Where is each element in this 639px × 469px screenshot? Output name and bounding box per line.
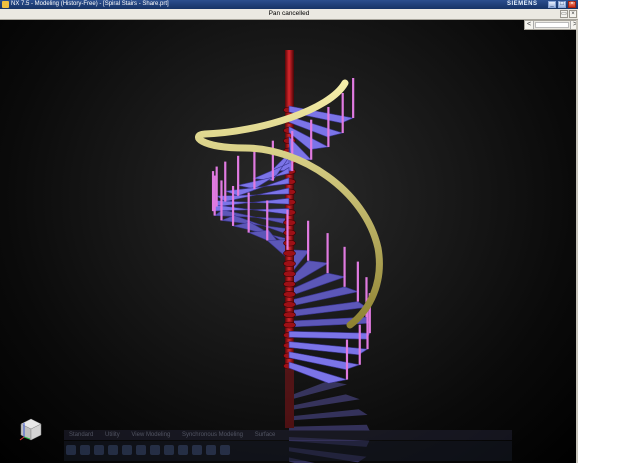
scroll-left-icon[interactable]: < <box>525 21 534 29</box>
tool-icon <box>66 445 76 455</box>
status-message: Pan cancelled <box>268 10 310 17</box>
reflected-icon-row <box>64 441 512 461</box>
tool-icon <box>136 445 146 455</box>
tool-icon <box>80 445 90 455</box>
tab-standard: Standard <box>69 432 94 438</box>
window-edge <box>576 20 578 463</box>
pole-ring <box>283 260 296 267</box>
minimize-button[interactable]: _ <box>548 1 556 8</box>
tool-icon <box>94 445 104 455</box>
graphics-viewport[interactable] <box>0 20 578 463</box>
close-icon[interactable]: × <box>569 10 577 18</box>
pole-ring <box>283 270 296 278</box>
pole-ring <box>283 239 296 247</box>
tool-icon <box>178 445 188 455</box>
window-title: NX 7.5 - Modeling (History-Free) - [Spir… <box>11 1 169 7</box>
stair-tread <box>288 341 369 356</box>
tab-synchronous-modeling: Synchronous Modeling <box>181 432 244 438</box>
stair-tread <box>288 330 371 340</box>
app-icon <box>2 1 9 8</box>
tool-icon <box>150 445 160 455</box>
tool-icon <box>206 445 216 455</box>
spiral-staircase-model <box>195 50 383 463</box>
pole-ring <box>283 280 296 288</box>
reflected-tread <box>289 409 368 421</box>
view-scroll-strip[interactable]: < > <box>524 20 578 30</box>
status-bar: Pan cancelled ▭ × <box>0 9 578 20</box>
pole-ring <box>283 291 296 298</box>
tab-view-modeling: View Modeling <box>131 432 171 438</box>
pole-ring <box>283 229 296 237</box>
tab-surface: Surface <box>254 432 276 438</box>
tool-icon <box>220 445 230 455</box>
reflected-pole <box>285 368 294 428</box>
tool-icon <box>164 445 174 455</box>
pole-ring <box>283 219 296 226</box>
close-button[interactable]: × <box>568 1 576 8</box>
pole-ring <box>283 250 296 257</box>
scroll-track[interactable] <box>535 22 569 28</box>
nx-main-window: NX 7.5 - Modeling (History-Free) - [Spir… <box>0 0 578 463</box>
reflected-toolbar: Standard Utility View Modeling Synchrono… <box>64 430 512 462</box>
tab-utility: Utility <box>105 432 120 438</box>
pole-ring <box>283 311 296 319</box>
view-triad-icon[interactable] <box>18 415 44 443</box>
brand-logo: SIEMENS <box>507 1 538 7</box>
tool-icon <box>192 445 202 455</box>
title-bar: NX 7.5 - Modeling (History-Free) - [Spir… <box>0 0 578 9</box>
tool-icon <box>108 445 118 455</box>
restore-icon[interactable]: ▭ <box>560 10 568 18</box>
pole-ring <box>283 321 296 329</box>
reflected-tab-row: Standard Utility View Modeling Synchrono… <box>64 430 512 440</box>
pole-ring <box>283 301 296 308</box>
tool-icon <box>122 445 132 455</box>
maximize-button[interactable]: □ <box>558 1 566 8</box>
